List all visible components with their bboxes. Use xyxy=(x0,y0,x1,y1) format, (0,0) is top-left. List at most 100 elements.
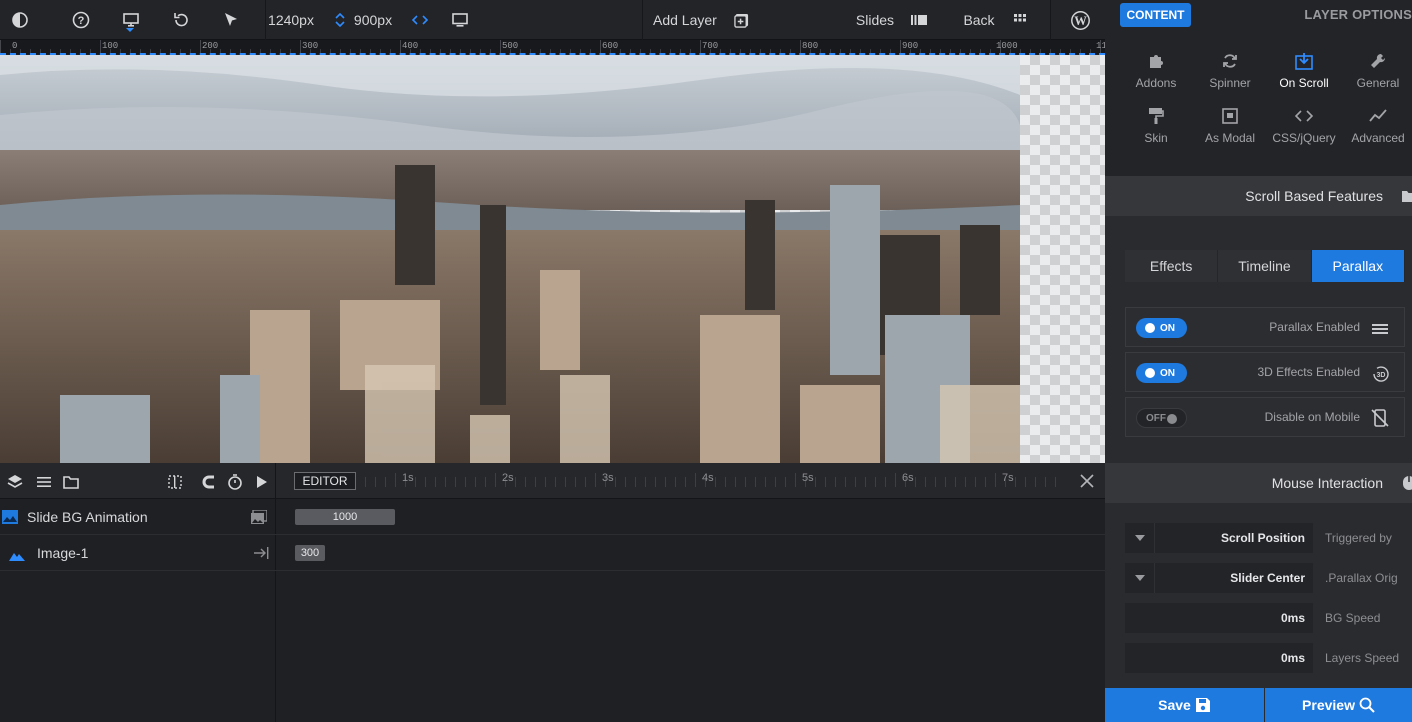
option-general[interactable]: General xyxy=(1341,52,1412,102)
parallax-enabled-toggle[interactable]: ON xyxy=(1136,318,1187,338)
back-button[interactable]: Back xyxy=(960,0,998,40)
time-tick xyxy=(625,477,626,487)
input-value: 0ms xyxy=(1280,651,1305,665)
contrast-icon[interactable] xyxy=(10,0,30,40)
row-label: Parallax Enabled xyxy=(1269,320,1360,334)
time-tick xyxy=(375,477,376,487)
field-label: .Parallax Orig xyxy=(1325,571,1398,585)
tab-timeline[interactable]: Timeline xyxy=(1218,250,1312,282)
pointer-icon[interactable] xyxy=(221,0,241,40)
layers-speed-input[interactable]: 0ms xyxy=(1125,643,1313,673)
parallax-origin-select[interactable]: Slider Center xyxy=(1125,563,1313,593)
caret-down-icon xyxy=(1125,563,1155,593)
time-tick xyxy=(395,473,396,487)
time-tick xyxy=(425,477,426,487)
time-tick xyxy=(695,473,696,487)
mouse-interaction-header[interactable]: Mouse Interaction xyxy=(1105,463,1412,503)
option-as-modal[interactable]: As Modal xyxy=(1193,107,1267,157)
slide-background-image[interactable] xyxy=(0,55,1020,463)
scroll-tabs: Effects Timeline Parallax xyxy=(1125,250,1405,282)
time-tick xyxy=(815,477,816,487)
option-spinner[interactable]: Spinner xyxy=(1193,52,1267,102)
ruler-label: 1000 xyxy=(996,41,1018,51)
time-tick xyxy=(825,477,826,487)
content-button[interactable]: CONTENT xyxy=(1120,3,1191,27)
3d-effects-toggle[interactable]: ON xyxy=(1136,363,1187,383)
grid-icon[interactable] xyxy=(1012,0,1028,40)
expand-icon[interactable] xyxy=(411,0,429,40)
option-css-jquery[interactable]: CSS/jQuery xyxy=(1267,107,1341,157)
undo-icon[interactable] xyxy=(171,0,191,40)
field-label: Triggered by xyxy=(1325,531,1392,545)
option-label: Addons xyxy=(1135,76,1177,90)
add-layer-button[interactable]: Add Layer xyxy=(653,0,717,40)
monitor-icon[interactable] xyxy=(449,0,471,40)
time-tick xyxy=(665,477,666,487)
add-layer-icon[interactable] xyxy=(732,0,750,40)
width-value[interactable]: 1240px xyxy=(266,0,316,40)
ruler-tick xyxy=(600,40,601,54)
time-label: 5s xyxy=(802,472,814,484)
timeline-row[interactable]: Image-1 300 xyxy=(0,535,1105,571)
wordpress-icon[interactable]: W xyxy=(1068,0,1092,40)
option-addons[interactable]: Addons xyxy=(1119,52,1193,102)
canvas-stage[interactable] xyxy=(0,55,1105,463)
time-label: 1s xyxy=(402,472,414,484)
time-tick xyxy=(1045,477,1046,487)
time-tick xyxy=(915,477,916,487)
svg-text:?: ? xyxy=(78,15,85,27)
top-toolbar: ? 1240px 900px Add Layer Slides Back W xyxy=(0,0,1105,40)
preview-label: Preview xyxy=(1302,697,1355,713)
time-label: 6s xyxy=(902,472,914,484)
time-tick xyxy=(1025,477,1026,487)
arrow-to-line-icon[interactable] xyxy=(253,546,269,560)
ruler-tick xyxy=(100,40,101,54)
desktop-icon[interactable] xyxy=(119,0,143,40)
image-icon xyxy=(2,510,18,524)
disable-mobile-toggle[interactable]: OFF xyxy=(1136,408,1187,428)
option-advanced[interactable]: Advanced xyxy=(1341,107,1412,157)
save-button[interactable]: Save xyxy=(1105,688,1264,722)
time-tick xyxy=(615,477,616,487)
scroll-features-header[interactable]: Scroll Based Features xyxy=(1105,176,1412,216)
option-skin[interactable]: Skin xyxy=(1119,107,1193,157)
chevron-down-icon xyxy=(126,28,134,32)
3d-effects-row: ON 3D Effects Enabled 3D xyxy=(1125,352,1405,392)
wrench-icon xyxy=(1369,52,1387,70)
time-label: 4s xyxy=(702,472,714,484)
timeline-bar[interactable]: 1000 xyxy=(295,509,395,525)
layer-name[interactable]: Slide BG Animation xyxy=(27,499,148,535)
slides-icon[interactable] xyxy=(910,0,928,40)
triggered-by-select[interactable]: Scroll Position xyxy=(1125,523,1313,553)
time-tick xyxy=(965,477,966,487)
timeline-bar[interactable]: 300 xyxy=(295,545,325,561)
option-label: Spinner xyxy=(1209,76,1251,90)
help-icon[interactable]: ? xyxy=(71,0,91,40)
time-tick xyxy=(955,477,956,487)
bg-speed-input[interactable]: 0ms xyxy=(1125,603,1313,633)
close-icon[interactable] xyxy=(1078,472,1096,490)
time-tick xyxy=(845,477,846,487)
timeline-row[interactable]: Slide BG Animation 1000 xyxy=(0,499,1105,535)
tab-parallax[interactable]: Parallax xyxy=(1311,250,1405,282)
time-tick xyxy=(715,477,716,487)
layer-options-link[interactable]: LAYER OPTIONS xyxy=(1304,7,1412,22)
timeline-panel: EDITOR 1s 2s 3s 4s 5s 6s 7s Slide BG Ani… xyxy=(0,463,1105,722)
option-label: On Scroll xyxy=(1279,76,1329,90)
height-stepper-icon[interactable] xyxy=(333,0,347,40)
preview-button[interactable]: Preview xyxy=(1265,688,1412,722)
row-label: Disable on Mobile xyxy=(1264,410,1360,424)
folder-star-icon xyxy=(1402,189,1412,203)
editor-button[interactable]: EDITOR xyxy=(294,472,356,490)
toggle-knob xyxy=(1145,368,1155,378)
disable-mobile-row: OFF Disable on Mobile xyxy=(1125,397,1405,437)
field-label: BG Speed xyxy=(1325,611,1381,625)
option-label: General xyxy=(1356,76,1400,90)
slides-button[interactable]: Slides xyxy=(852,0,898,40)
height-value[interactable]: 900px xyxy=(352,0,394,40)
layer-name[interactable]: Image-1 xyxy=(37,535,88,571)
tab-effects[interactable]: Effects xyxy=(1125,250,1219,282)
option-on-scroll[interactable]: On Scroll xyxy=(1267,52,1341,102)
gallery-icon[interactable] xyxy=(251,509,268,524)
save-label: Save xyxy=(1158,697,1191,713)
